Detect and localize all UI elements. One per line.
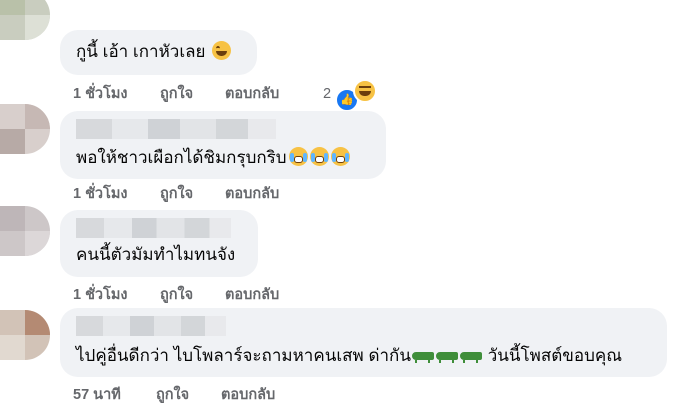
crocodile-icon <box>411 352 434 363</box>
grinning-squinting-face-icon <box>212 41 232 60</box>
reply-button[interactable]: ตอบกลับ <box>225 82 279 105</box>
crocodile-icon <box>435 352 458 363</box>
comment-bubble: ไปคู่อื่นดีกว่า ไบโพลาร์จะถามหาคนเสพ ด่า… <box>60 308 667 377</box>
comment-actions: 57 นาที ถูกใจ ตอบกลับ <box>73 383 275 406</box>
avatar[interactable] <box>0 206 50 256</box>
comment-actions: 1 ชั่วโมง ถูกใจ ตอบกลับ <box>73 82 279 105</box>
reply-button[interactable]: ตอบกลับ <box>221 383 275 406</box>
avatar[interactable] <box>0 104 50 154</box>
timestamp-link[interactable]: 1 ชั่วโมง <box>73 182 160 205</box>
comment-text: กูนี้ เอ้า เกาหัวเลย <box>76 41 232 63</box>
comment-text: ไปคู่อื่นดีกว่า ไบโพลาร์จะถามหาคนเสพ ด่า… <box>76 346 623 365</box>
comment-text: พอให้ชาวเผือกได้ชิมกรุบกริบ <box>76 147 350 169</box>
face-with-tears-icon <box>309 147 329 166</box>
like-button[interactable]: ถูกใจ <box>160 283 225 306</box>
reaction-count: 2 <box>323 86 332 102</box>
timestamp-link[interactable]: 1 ชั่วโมง <box>73 82 160 105</box>
comment-actions: 1 ชั่วโมง ถูกใจ ตอบกลับ <box>73 283 279 306</box>
comment-text: คนนี้ตัวมัมทำไมทนจัง <box>76 245 236 264</box>
timestamp-link[interactable]: 57 นาที <box>73 383 156 406</box>
comment-bubble: คนนี้ตัวมัมทำไมทนจัง <box>60 210 258 277</box>
face-with-tears-icon <box>330 147 350 166</box>
like-button[interactable]: ถูกใจ <box>160 82 225 105</box>
like-button[interactable]: ถูกใจ <box>160 182 225 205</box>
author-name-blurred[interactable] <box>76 316 226 336</box>
like-button[interactable]: ถูกใจ <box>156 383 221 406</box>
reply-button[interactable]: ตอบกลับ <box>225 182 279 205</box>
comment-bubble: พอให้ชาวเผือกได้ชิมกรุบกริบ <box>60 111 386 179</box>
avatar[interactable] <box>0 0 50 40</box>
avatar[interactable] <box>0 310 50 360</box>
comment-actions: 1 ชั่วโมง ถูกใจ ตอบกลับ <box>73 182 279 205</box>
crocodile-icon <box>459 352 482 363</box>
face-with-tears-icon <box>288 147 308 166</box>
reaction-summary[interactable]: 2 👍 <box>323 79 378 112</box>
reply-button[interactable]: ตอบกลับ <box>225 283 279 306</box>
haha-reaction-icon <box>353 79 378 103</box>
comment-bubble: กูนี้ เอ้า เกาหัวเลย <box>60 30 257 75</box>
author-name-blurred[interactable] <box>76 119 276 139</box>
timestamp-link[interactable]: 1 ชั่วโมง <box>73 283 160 306</box>
author-name-blurred[interactable] <box>76 218 231 238</box>
